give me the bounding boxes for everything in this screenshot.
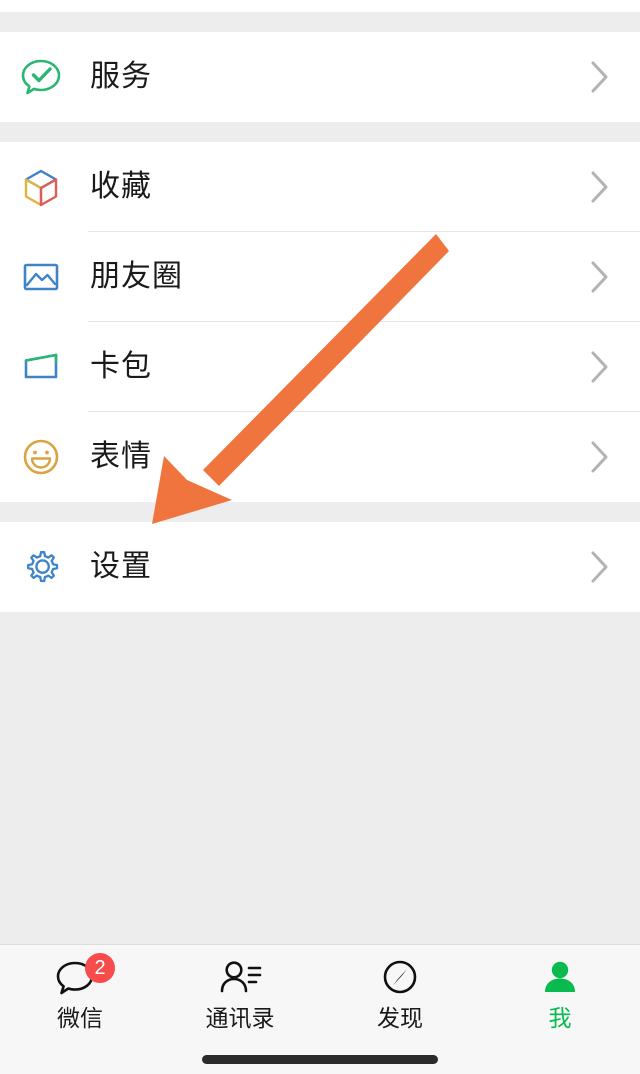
settings-scroll-area[interactable]: 服务 收藏 朋友圈 卡包 表情 设置: [0, 12, 640, 944]
tab-me[interactable]: 我: [480, 945, 640, 1044]
chevron-right-icon: [580, 437, 620, 477]
tab-label: 发现: [377, 1005, 423, 1031]
list-item-label: 收藏: [90, 170, 152, 203]
section-gap-top: [0, 12, 640, 32]
wallet-card-icon: [18, 344, 64, 390]
smiley-icon: [18, 434, 64, 480]
chat-bubble-icon: 2: [53, 953, 115, 1003]
list-item-moments[interactable]: 朋友圈: [0, 232, 640, 322]
chevron-right-icon: [580, 257, 620, 297]
home-indicator-area: [0, 1044, 640, 1074]
home-indicator[interactable]: [202, 1054, 438, 1064]
chat-check-icon: [18, 54, 64, 100]
gear-icon: [18, 544, 64, 590]
settings-section: 设置: [0, 522, 640, 612]
list-item-settings[interactable]: 设置: [0, 522, 640, 612]
tab-label: 微信: [57, 1005, 103, 1031]
chevron-right-icon: [580, 347, 620, 387]
list-item-label: 卡包: [90, 350, 152, 383]
tab-chats[interactable]: 2 微信: [0, 945, 160, 1044]
list-item-label: 设置: [90, 550, 152, 583]
empty-space: [0, 612, 640, 622]
top-white-strip: [0, 0, 640, 12]
tab-label: 我: [548, 1005, 572, 1031]
cube-icon: [18, 164, 64, 210]
list-item-label: 表情: [90, 440, 152, 473]
services-section: 服务: [0, 32, 640, 122]
list-item-label: 朋友圈: [90, 260, 183, 293]
section-gap-2: [0, 502, 640, 522]
unread-badge: 2: [85, 953, 115, 983]
tab-label: 通讯录: [205, 1005, 275, 1031]
tab-discover[interactable]: 发现: [320, 945, 480, 1044]
list-item-label: 服务: [90, 60, 152, 93]
section-gap-1: [0, 122, 640, 142]
photo-icon: [18, 254, 64, 300]
content-section: 收藏 朋友圈 卡包 表情: [0, 142, 640, 502]
person-filled-icon: [533, 955, 587, 1003]
chevron-right-icon: [580, 547, 620, 587]
wechat-me-screen: 服务 收藏 朋友圈 卡包 表情 设置 2 微信 通讯录 发现 我: [0, 0, 640, 1074]
bottom-tab-bar: 2 微信 通讯录 发现 我: [0, 944, 640, 1044]
list-item-cards-offers[interactable]: 卡包: [0, 322, 640, 412]
list-item-services[interactable]: 服务: [0, 32, 640, 122]
chevron-right-icon: [580, 167, 620, 207]
chevron-right-icon: [580, 57, 620, 97]
compass-icon: [373, 955, 427, 1003]
contacts-icon: [213, 955, 267, 1003]
list-item-stickers[interactable]: 表情: [0, 412, 640, 502]
list-item-favorites[interactable]: 收藏: [0, 142, 640, 232]
tab-contacts[interactable]: 通讯录: [160, 945, 320, 1044]
